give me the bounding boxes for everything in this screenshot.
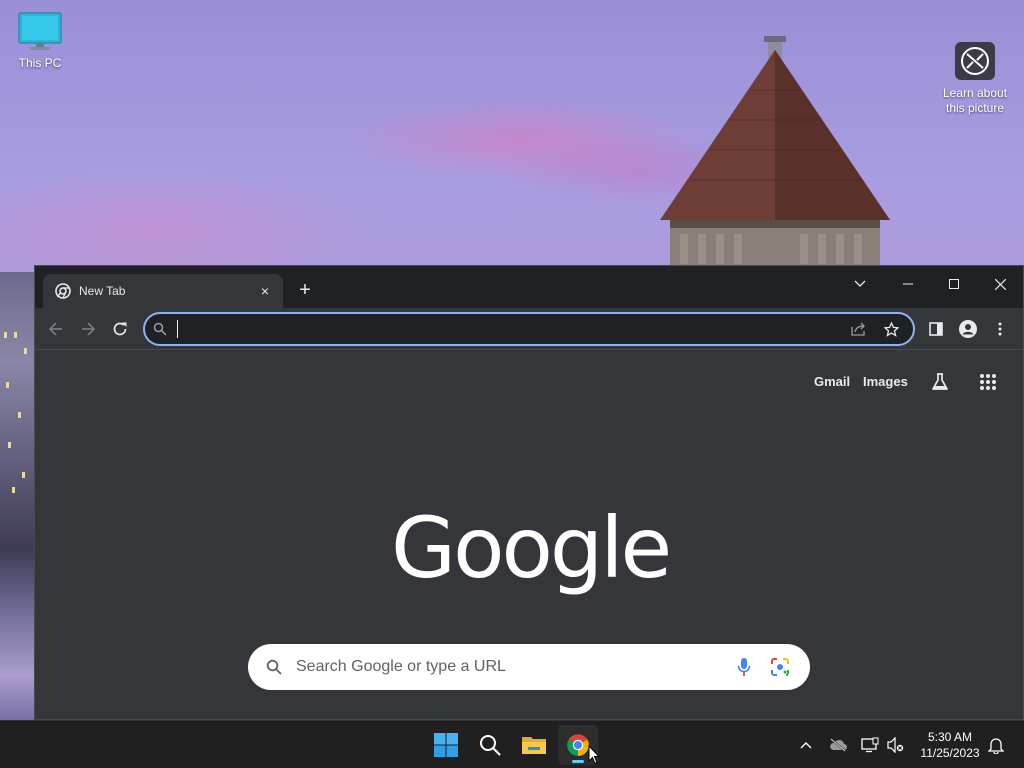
start-button[interactable] [426, 725, 466, 765]
reload-icon [113, 322, 127, 336]
desktop-icon-learn-about-picture[interactable]: Learn about this picture [935, 12, 1015, 131]
maximize-icon [949, 279, 959, 289]
flask-icon [932, 373, 948, 390]
bell-icon [988, 738, 1004, 754]
close-icon [994, 278, 1006, 290]
chrome-icon [55, 283, 71, 299]
lens-search-button[interactable] [762, 649, 798, 685]
labs-button[interactable] [928, 370, 952, 394]
bookmark-button[interactable] [875, 316, 907, 342]
new-tab-button[interactable]: + [293, 279, 317, 303]
menu-button[interactable] [987, 316, 1013, 342]
show-hidden-icons-button[interactable] [794, 733, 818, 757]
taskbar: 5:30 AM 11/25/2023 [0, 720, 1024, 768]
close-window-button[interactable] [977, 270, 1023, 298]
chevron-up-icon [800, 742, 812, 749]
ntp-search-box[interactable] [248, 644, 810, 690]
network-button[interactable] [858, 733, 882, 757]
tower-image [660, 36, 890, 270]
desktop-icon-label: Learn about this picture [942, 86, 1008, 115]
reload-button[interactable] [107, 316, 133, 342]
voice-search-button[interactable] [726, 649, 762, 685]
monitor-icon [18, 12, 62, 52]
side-panel-button[interactable] [923, 316, 949, 342]
profile-icon [959, 320, 977, 338]
close-tab-button[interactable]: × [257, 283, 273, 299]
star-icon [883, 321, 899, 337]
profile-button[interactable] [955, 316, 981, 342]
search-icon [266, 659, 282, 675]
arrow-right-icon [82, 322, 96, 336]
tab-new-tab[interactable]: New Tab × [43, 274, 283, 308]
tab-title: New Tab [79, 284, 126, 298]
browser-toolbar [35, 308, 1023, 350]
chrome-logo-icon [567, 734, 589, 756]
network-icon [861, 737, 879, 753]
taskbar-clock[interactable]: 5:30 AM 11/25/2023 [914, 729, 986, 761]
gmail-link[interactable]: Gmail [814, 374, 850, 389]
clock-time: 5:30 AM [927, 730, 973, 744]
onedrive-button[interactable] [826, 733, 850, 757]
google-apps-button[interactable] [976, 370, 1000, 394]
search-icon [480, 735, 501, 756]
tab-search-button[interactable] [837, 270, 883, 298]
chrome-window: New Tab × + Gmail Images Google Search G… [34, 265, 1024, 720]
city-buildings-image [0, 272, 34, 720]
desktop-icon-this-pc[interactable]: This PC [0, 12, 80, 70]
address-bar[interactable] [143, 312, 915, 346]
arrow-left-icon [48, 322, 62, 336]
taskbar-search-button[interactable] [470, 725, 510, 765]
share-icon [851, 322, 865, 336]
mouse-cursor-icon [588, 745, 600, 765]
chevron-down-icon [854, 280, 866, 287]
ntp-search-input[interactable] [296, 658, 726, 676]
minimize-button[interactable] [885, 270, 931, 298]
clock-date: 11/25/2023 [920, 746, 980, 760]
file-explorer-button[interactable] [514, 725, 554, 765]
images-link[interactable]: Images [863, 374, 908, 389]
cloud-offline-icon [830, 738, 847, 752]
notifications-button[interactable] [984, 733, 1008, 757]
folder-icon [522, 737, 546, 754]
active-app-indicator [572, 760, 584, 763]
camera-lens-icon [771, 658, 789, 676]
side-panel-icon [929, 322, 943, 336]
windows-logo-icon [434, 733, 458, 757]
apps-grid-icon [980, 374, 996, 390]
microphone-icon [737, 658, 751, 676]
back-button[interactable] [43, 316, 69, 342]
forward-button[interactable] [75, 316, 101, 342]
title-bar[interactable]: New Tab × + [35, 266, 1023, 308]
share-button[interactable] [843, 316, 875, 342]
text-caret [177, 320, 178, 338]
volume-muted-icon [887, 737, 904, 753]
google-logo: Google [391, 499, 672, 597]
volume-button[interactable] [884, 733, 908, 757]
maximize-button[interactable] [931, 270, 977, 298]
desktop-icon-label: This PC [18, 56, 62, 70]
kebab-menu-icon [998, 322, 1002, 336]
camera-icon [955, 27, 995, 80]
search-icon [153, 322, 167, 336]
address-input[interactable] [175, 317, 843, 341]
minimize-icon [903, 283, 913, 285]
